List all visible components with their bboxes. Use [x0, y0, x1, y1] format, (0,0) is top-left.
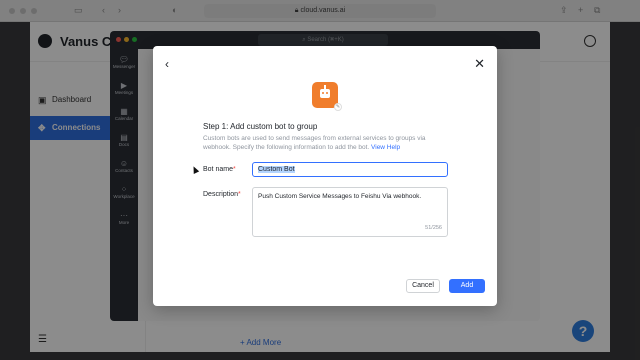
close-icon[interactable]: ✕ [474, 57, 485, 70]
required-mark: * [238, 191, 241, 198]
cancel-button[interactable]: Cancel [406, 279, 440, 293]
description-value: Push Custom Service Messages to Feishu V… [258, 193, 422, 200]
bot-name-value: Custom Bot [258, 166, 295, 173]
dialog-title: Step 1: Add custom bot to group [203, 122, 318, 131]
description-textarea[interactable]: Push Custom Service Messages to Feishu V… [252, 187, 448, 237]
description-label: Description* [203, 191, 241, 198]
label-text: Description [203, 191, 239, 198]
bot-name-input[interactable]: Custom Bot [252, 162, 448, 177]
char-counter: 51/256 [425, 225, 442, 231]
bot-avatar-icon: ✎ [312, 82, 342, 111]
edit-avatar-icon[interactable]: ✎ [334, 103, 342, 111]
dialog-description: Custom bots are used to send messages fr… [203, 134, 441, 152]
add-button[interactable]: Add [449, 279, 485, 293]
required-mark: * [232, 166, 236, 173]
add-bot-dialog: ‹ ✕ ✎ Step 1: Add custom bot to group Cu… [153, 46, 497, 306]
label-text: Bot name [203, 166, 233, 173]
back-arrow-icon[interactable]: ‹ [165, 58, 169, 70]
bot-name-label: Bot name* [203, 166, 236, 173]
view-help-link[interactable]: View Help [371, 144, 400, 151]
